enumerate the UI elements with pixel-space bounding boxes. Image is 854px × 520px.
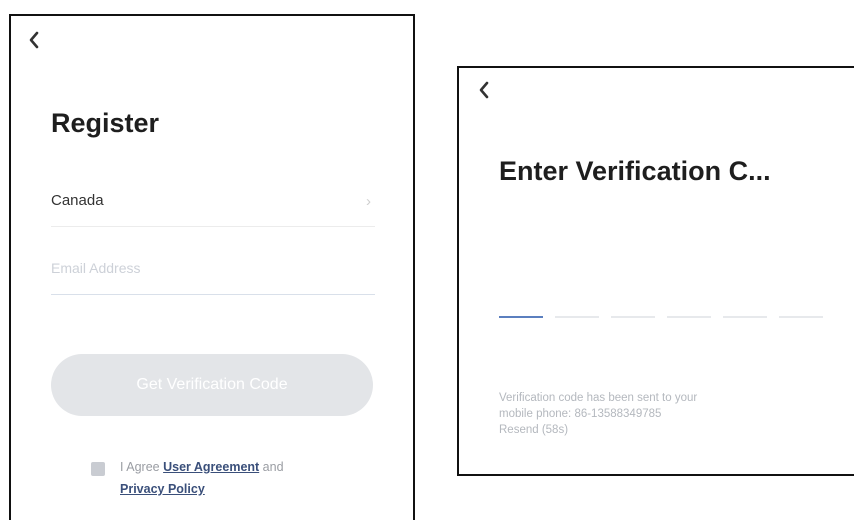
register-screen: Register Canada › Get Verification Code … (9, 14, 415, 520)
page-title: Enter Verification C... (499, 156, 771, 186)
chevron-left-icon (29, 31, 39, 49)
get-verification-code-button[interactable]: Get Verification Code (51, 354, 373, 416)
verification-code-input[interactable] (499, 316, 823, 322)
code-slot[interactable] (779, 316, 823, 318)
code-slot[interactable] (555, 316, 599, 318)
code-slot[interactable] (667, 316, 711, 318)
chevron-left-icon (479, 81, 489, 99)
back-button[interactable] (27, 30, 45, 52)
code-slot[interactable] (611, 316, 655, 318)
back-button[interactable] (477, 80, 495, 102)
user-agreement-link[interactable]: User Agreement (163, 460, 259, 474)
agree-prefix: I Agree (120, 460, 164, 474)
verification-screen: Enter Verification C... Verification cod… (457, 66, 854, 476)
info-line: mobile phone: 86-13588349785 (499, 408, 662, 420)
page-title: Register (51, 108, 160, 138)
chevron-right-icon: › (366, 193, 371, 210)
agreement-text: I Agree User Agreement and Privacy Polic… (120, 456, 370, 500)
country-label: Canada (51, 192, 104, 209)
info-line: Verification code has been sent to your (499, 392, 698, 404)
privacy-policy-link[interactable]: Privacy Policy (120, 482, 205, 496)
agreement-row: I Agree User Agreement and Privacy Polic… (91, 456, 371, 506)
agree-and: and (259, 460, 284, 474)
email-field[interactable] (51, 252, 375, 284)
country-selector[interactable]: Canada › (51, 186, 375, 227)
agree-checkbox[interactable] (91, 462, 105, 476)
code-slot[interactable] (723, 316, 767, 318)
resend-link[interactable]: Resend (58s) (499, 422, 819, 438)
code-slot[interactable] (499, 316, 543, 318)
email-field-wrapper (51, 252, 375, 295)
verification-info: Verification code has been sent to your … (499, 390, 819, 438)
